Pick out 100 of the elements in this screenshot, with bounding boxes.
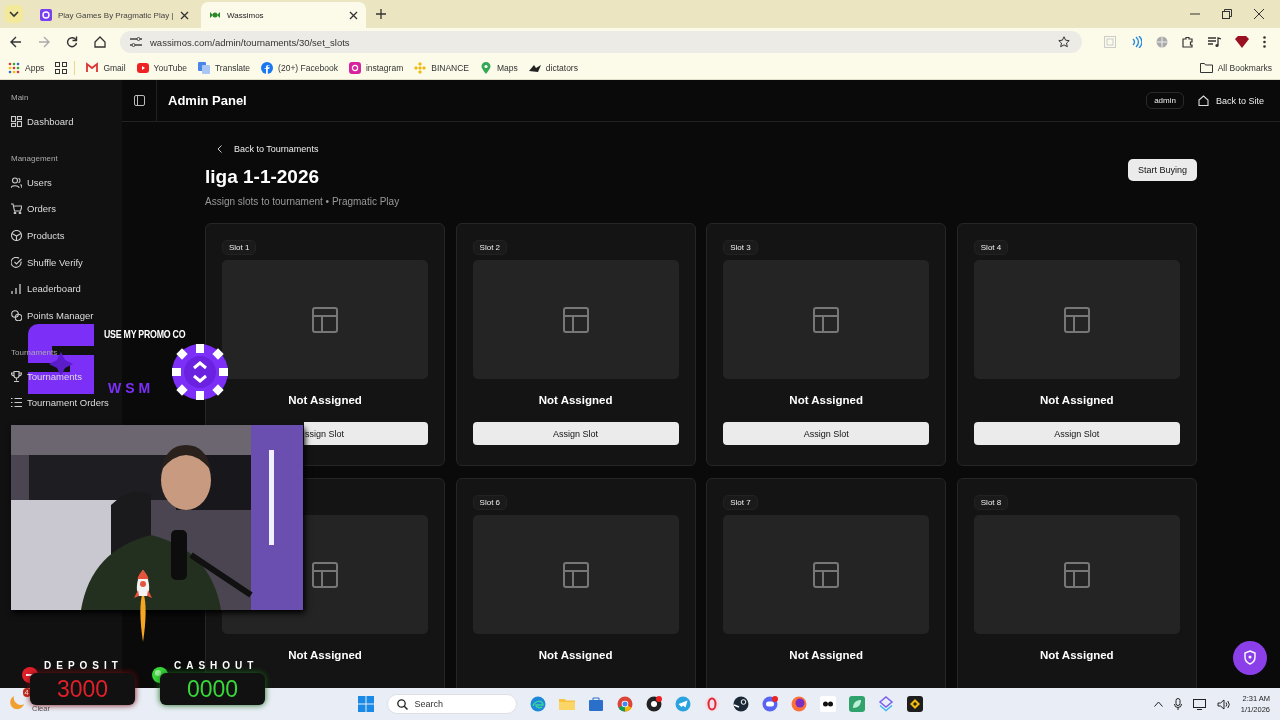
menu-icon[interactable] [1263, 36, 1266, 48]
page-title: liga 1-1-2026 [205, 166, 321, 188]
sidebar-item[interactable]: Leaderboard [0, 275, 92, 303]
sidebar-item[interactable]: Dashboard [0, 108, 85, 135]
brand-text: WSM [108, 380, 155, 396]
address-bar[interactable]: wassimos.com/admin/tournaments/30/set_slots [120, 31, 1082, 53]
mail-icon [86, 61, 99, 74]
windows-start-icon[interactable] [357, 696, 374, 712]
start-buying-button[interactable]: Start Buying [1127, 159, 1197, 181]
coins-icon [11, 309, 22, 321]
close-icon[interactable] [349, 10, 358, 20]
bookmark[interactable]: Apps [8, 61, 45, 74]
panel-title: Admin Panel [168, 93, 247, 108]
assign-slot-button[interactable]: Assign Slot [472, 422, 679, 445]
promo-text: USE MY PROMO CO [104, 328, 186, 340]
section-label: Management [10, 152, 59, 165]
grid-icon[interactable] [55, 61, 68, 74]
slot-label: Slot 8 [973, 495, 1009, 510]
page-subtitle: Assign slots to tournament • Pragmatic Play [205, 196, 400, 207]
video-play-icon [136, 61, 149, 74]
profile-icon[interactable] [1235, 36, 1249, 48]
bookmark[interactable]: Gmail [86, 61, 126, 74]
puzzle-icon[interactable] [1182, 36, 1194, 48]
counter-value: 0000 [160, 673, 265, 705]
bookmark[interactable]: Translate [198, 61, 251, 74]
counter-value: 3000 [30, 673, 135, 705]
map-pin-icon [480, 61, 492, 74]
camera-icon [348, 61, 361, 74]
section-label: Main [10, 92, 30, 104]
site-icon [209, 9, 221, 21]
slot-label: Slot 3 [723, 240, 758, 255]
folder-icon [1199, 62, 1213, 73]
site-icon [40, 9, 52, 21]
diamond-icon[interactable] [906, 696, 923, 712]
sidebar-item[interactable]: Orders [0, 195, 68, 223]
assign-slot-button[interactable]: Assign Slot [723, 422, 930, 445]
reload-icon[interactable] [66, 36, 78, 48]
slot-status: Not Assigned [538, 394, 613, 406]
close-icon[interactable] [1254, 9, 1264, 19]
leaf-icon[interactable] [848, 696, 865, 712]
speaker-icon[interactable] [1216, 698, 1230, 710]
tab-menu-icon[interactable] [5, 5, 23, 23]
diamond-stack-icon[interactable] [877, 696, 894, 712]
ring-icon[interactable] [703, 696, 720, 712]
dots-icon[interactable] [819, 696, 836, 712]
bookmark[interactable]: BINANCE [414, 61, 469, 74]
translate-icon [198, 61, 210, 74]
chevron-up-icon[interactable] [1153, 701, 1163, 707]
facebook-icon [261, 61, 274, 74]
poker-chip-icon [172, 344, 228, 400]
url-text: wassimos.com/admin/tournaments/30/set_slots [150, 36, 350, 48]
layout-icon [1063, 561, 1090, 588]
signal-waves-icon[interactable] [1130, 36, 1142, 48]
monitor-icon[interactable] [1192, 698, 1206, 710]
bookmark[interactable]: dictators [528, 61, 578, 74]
assign-slot-button[interactable]: Assign Slot [973, 422, 1180, 445]
moon-icon [10, 694, 26, 710]
paper-plane-icon[interactable] [674, 696, 691, 712]
playlist-icon[interactable] [1208, 36, 1221, 48]
sidebar-item[interactable]: Points Manager [0, 302, 105, 329]
home-icon [1197, 95, 1209, 106]
sidebar-toggle-icon[interactable] [134, 95, 145, 106]
back-link[interactable]: Back to Tournaments [217, 144, 1197, 154]
sidebar-item[interactable]: Products [0, 222, 76, 249]
layout-icon [813, 306, 840, 333]
slot-label: Slot 1 [222, 240, 257, 255]
assign-slot-button[interactable]: ssign Slot [304, 422, 428, 445]
bookmark[interactable]: instagram [348, 61, 404, 74]
bookmark-star-icon[interactable] [1058, 36, 1070, 48]
store-icon[interactable] [587, 696, 604, 712]
back-icon[interactable] [10, 36, 22, 48]
back-to-site-link[interactable]: Back to Site [1197, 95, 1264, 106]
layout-icon [1063, 306, 1090, 333]
tab-title: Play Games By Pragmatic Play | [58, 10, 174, 20]
chrome-icon[interactable] [616, 696, 633, 712]
search-field[interactable]: Search [386, 694, 517, 714]
slot-status: Not Assigned [1039, 649, 1114, 661]
slot-status: Not Assigned [789, 649, 864, 661]
record-icon[interactable] [645, 696, 662, 712]
diamond-icon [414, 61, 427, 74]
bookmark[interactable]: Maps [480, 61, 518, 74]
microphone-icon[interactable] [1173, 698, 1182, 710]
browser-tab[interactable]: Wassimos [201, 2, 366, 28]
slot-status: Not Assigned [1039, 394, 1114, 406]
tab-title: Wassimos [227, 10, 265, 20]
chat-icon[interactable] [761, 696, 778, 712]
sidebar-item[interactable]: Shuffle Verify [0, 248, 94, 276]
sidebar-item[interactable]: Users [0, 168, 63, 196]
restore-icon[interactable] [1222, 9, 1232, 19]
shield-button-icon[interactable] [1233, 641, 1267, 675]
close-icon[interactable] [180, 10, 189, 20]
new-tab-icon[interactable] [376, 9, 386, 19]
box-icon [11, 229, 22, 241]
bookmark[interactable]: YouTube [136, 61, 187, 74]
bookmark[interactable]: (20+) Facebook [261, 61, 338, 74]
bookmark-folder[interactable]: All Bookmarks [1199, 62, 1272, 73]
browser-tab[interactable]: Play Games By Pragmatic Play | [32, 2, 197, 28]
home-icon[interactable] [94, 36, 106, 48]
browser-icon[interactable] [529, 696, 546, 712]
slot-label: Slot 4 [973, 240, 1009, 255]
